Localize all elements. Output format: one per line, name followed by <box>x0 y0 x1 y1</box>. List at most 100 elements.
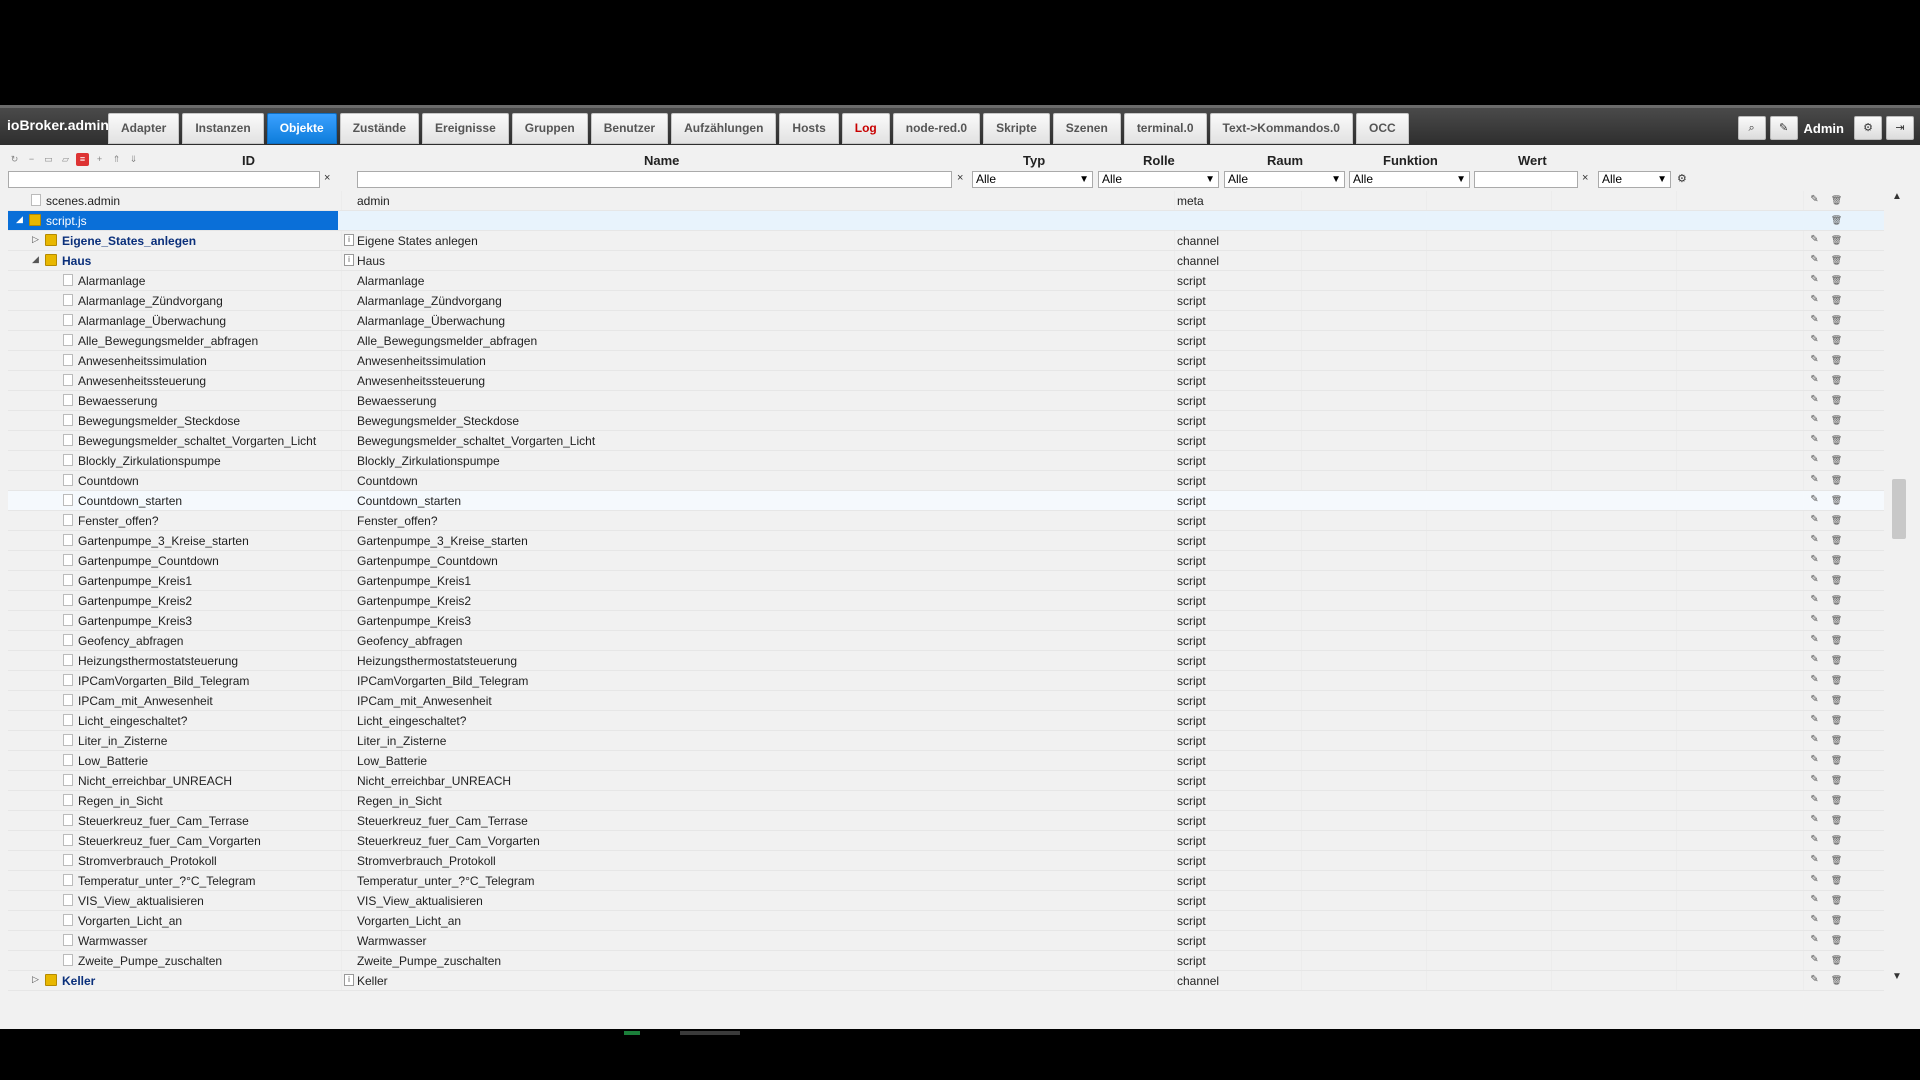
table-row[interactable]: Gartenpumpe_3_Kreise_starten Gartenpumpe_… <box>8 531 1884 551</box>
tab-ereignisse[interactable]: Ereignisse <box>422 113 509 144</box>
table-row[interactable]: Licht_eingeschaltet? Licht_eingeschaltet?… <box>8 711 1884 731</box>
tab-aufz-hlungen[interactable]: Aufzählungen <box>671 113 777 144</box>
trash-icon[interactable]: 🗑 <box>1829 613 1844 627</box>
pencil-icon[interactable]: ✎ <box>1807 273 1822 287</box>
trash-icon[interactable]: 🗑 <box>1829 873 1844 887</box>
table-row[interactable]: Temperatur_unter_?°C_Telegram Temperatur_… <box>8 871 1884 891</box>
tab-text-kommandos-0[interactable]: Text->Kommandos.0 <box>1209 113 1353 144</box>
collapse-toggle-icon[interactable]: ◢ <box>32 254 39 265</box>
trash-icon[interactable]: 🗑 <box>1829 333 1844 347</box>
trash-icon[interactable]: 🗑 <box>1829 433 1844 447</box>
pencil-icon[interactable]: ✎ <box>1807 713 1822 727</box>
table-row[interactable]: scenes.admin admin meta ✎ 🗑 <box>8 191 1884 211</box>
collapse-all-icon[interactable]: − <box>25 153 38 166</box>
pencil-icon[interactable]: ✎ <box>1807 593 1822 607</box>
table-row[interactable]: Zweite_Pumpe_zuschalten Zweite_Pumpe_zusc… <box>8 951 1884 971</box>
table-row[interactable]: Gartenpumpe_Kreis2 Gartenpumpe_Kreis2 scri… <box>8 591 1884 611</box>
pencil-icon[interactable]: ✎ <box>1807 673 1822 687</box>
rolle-filter-select[interactable]: Alle ▼ <box>1098 171 1219 188</box>
trash-icon[interactable]: 🗑 <box>1829 413 1844 427</box>
tree-folder-row[interactable]: ◢ script.js 🗑 <box>8 211 1884 231</box>
trash-icon[interactable]: 🗑 <box>1829 313 1844 327</box>
pencil-icon[interactable]: ✎ <box>1807 653 1822 667</box>
trash-icon[interactable]: 🗑 <box>1829 253 1844 267</box>
column-header-wert[interactable]: Wert <box>1518 153 1547 168</box>
trash-icon[interactable]: 🗑 <box>1829 813 1844 827</box>
table-row[interactable]: Fenster_offen? Fenster_offen? script ✎ 🗑 <box>8 511 1884 531</box>
download-icon[interactable]: ⇓ <box>127 153 140 166</box>
table-row[interactable]: Steuerkreuz_fuer_Cam_Terrase Steuerkreuz_… <box>8 811 1884 831</box>
tab-node-red-0[interactable]: node-red.0 <box>892 113 981 144</box>
trash-icon[interactable]: 🗑 <box>1829 893 1844 907</box>
table-row[interactable]: Steuerkreuz_fuer_Cam_Vorgarten Steuerkreu… <box>8 831 1884 851</box>
trash-icon[interactable]: 🗑 <box>1829 753 1844 767</box>
pencil-icon[interactable]: ✎ <box>1807 893 1822 907</box>
table-row[interactable]: Regen_in_Sicht Regen_in_Sicht script ✎ 🗑 <box>8 791 1884 811</box>
pencil-icon[interactable]: ✎ <box>1807 553 1822 567</box>
trash-icon[interactable]: 🗑 <box>1829 273 1844 287</box>
column-header-name[interactable]: Name <box>644 153 679 168</box>
scrollbar-thumb[interactable] <box>1892 479 1906 539</box>
tab-benutzer[interactable]: Benutzer <box>590 113 669 144</box>
pencil-icon[interactable]: ✎ <box>1807 913 1822 927</box>
gear-icon[interactable]: ⚙ <box>1854 116 1882 140</box>
column-header-rolle[interactable]: Rolle <box>1143 153 1175 168</box>
column-header-typ[interactable]: Typ <box>1023 153 1045 168</box>
trash-icon[interactable]: 🗑 <box>1829 453 1844 467</box>
trash-icon[interactable]: 🗑 <box>1829 973 1844 987</box>
trash-icon[interactable]: 🗑 <box>1829 353 1844 367</box>
trash-icon[interactable]: 🗑 <box>1829 373 1844 387</box>
table-row[interactable]: Liter_in_Zisterne Liter_in_Zisterne script… <box>8 731 1884 751</box>
trash-icon[interactable]: 🗑 <box>1829 833 1844 847</box>
pencil-icon[interactable]: ✎ <box>1807 393 1822 407</box>
add-icon[interactable]: + <box>93 153 106 166</box>
table-row[interactable]: Gartenpumpe_Countdown Gartenpumpe_Countdo… <box>8 551 1884 571</box>
folder-open-icon[interactable]: ▱ <box>59 153 72 166</box>
tab-szenen[interactable]: Szenen <box>1052 113 1121 144</box>
trash-icon[interactable]: 🗑 <box>1829 293 1844 307</box>
id-filter-input[interactable] <box>8 171 320 188</box>
pencil-icon[interactable]: ✎ <box>1807 533 1822 547</box>
table-row[interactable]: Gartenpumpe_Kreis3 Gartenpumpe_Kreis3 scri… <box>8 611 1884 631</box>
trash-icon[interactable]: 🗑 <box>1829 733 1844 747</box>
table-row[interactable]: Blockly_Zirkulationspumpe Blockly_Zirkula… <box>8 451 1884 471</box>
pencil-icon[interactable]: ✎ <box>1807 573 1822 587</box>
wert-filter-input[interactable] <box>1474 171 1578 188</box>
trash-icon[interactable]: 🗑 <box>1829 393 1844 407</box>
settings-small-icon[interactable]: ⚙ <box>1677 172 1687 185</box>
trash-icon[interactable]: 🗑 <box>1829 633 1844 647</box>
typ-filter-select[interactable]: Alle ▼ <box>972 171 1093 188</box>
trash-icon[interactable]: 🗑 <box>1829 593 1844 607</box>
clear-wert-filter-icon[interactable]: × <box>1582 172 1588 184</box>
scroll-up-icon[interactable]: ▲ <box>1892 191 1902 202</box>
table-row[interactable]: Warmwasser Warmwasser script ✎ 🗑 <box>8 931 1884 951</box>
tab-objekte[interactable]: Objekte <box>266 113 337 144</box>
name-filter-input[interactable] <box>357 171 952 188</box>
column-header-funktion[interactable]: Funktion <box>1383 153 1438 168</box>
upload-icon[interactable]: ⇑ <box>110 153 123 166</box>
tab-zust-nde[interactable]: Zustände <box>339 113 420 144</box>
trash-icon[interactable]: 🗑 <box>1829 473 1844 487</box>
table-row[interactable]: Geofency_abfragen Geofency_abfragen script… <box>8 631 1884 651</box>
trash-icon[interactable]: 🗑 <box>1829 673 1844 687</box>
trash-icon[interactable]: 🗑 <box>1829 573 1844 587</box>
search-icon[interactable]: ⌕ <box>1737 116 1766 140</box>
pencil-icon[interactable]: ✎ <box>1807 333 1822 347</box>
pencil-icon[interactable]: ✎ <box>1807 773 1822 787</box>
pencil-icon[interactable]: ✎ <box>1807 853 1822 867</box>
pencil-icon[interactable]: ✎ <box>1807 953 1822 967</box>
pencil-icon[interactable]: ✎ <box>1807 873 1822 887</box>
tab-hosts[interactable]: Hosts <box>779 113 839 144</box>
funktion-filter-select[interactable]: Alle ▼ <box>1349 171 1470 188</box>
trash-icon[interactable]: 🗑 <box>1829 493 1844 507</box>
table-row[interactable]: Anwesenheitssimulation Anwesenheitssimula… <box>8 351 1884 371</box>
expand-toggle-icon[interactable]: ▷ <box>32 974 39 985</box>
trash-icon[interactable]: 🗑 <box>1829 213 1844 227</box>
pencil-icon[interactable]: ✎ <box>1807 733 1822 747</box>
table-row[interactable]: Low_Batterie Low_Batterie script ✎ 🗑 <box>8 751 1884 771</box>
table-row[interactable]: Nicht_erreichbar_UNREACH Nicht_erreichbar… <box>8 771 1884 791</box>
trash-icon[interactable]: 🗑 <box>1829 913 1844 927</box>
pencil-icon[interactable]: ✎ <box>1807 793 1822 807</box>
tab-gruppen[interactable]: Gruppen <box>511 113 588 144</box>
trash-icon[interactable]: 🗑 <box>1829 553 1844 567</box>
